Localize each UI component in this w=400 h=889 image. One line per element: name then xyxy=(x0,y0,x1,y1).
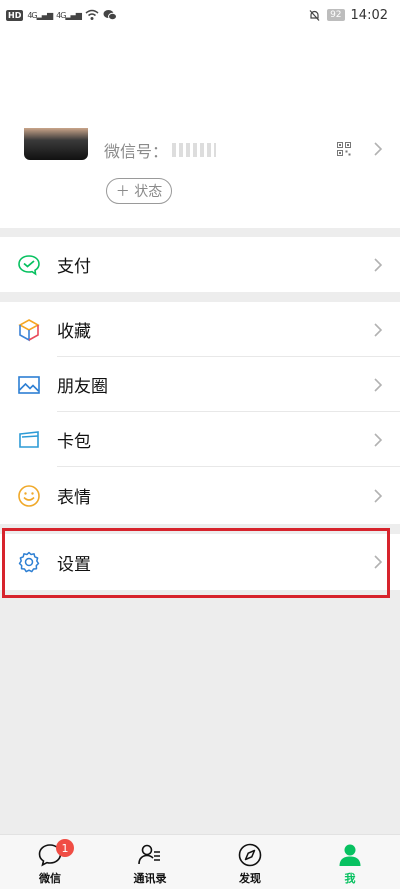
wechat-id-row: 微信号： xyxy=(104,138,217,162)
menu-label-moments: 朋友圈 xyxy=(57,377,108,397)
menu-item-moments[interactable]: 朋友圈 xyxy=(0,357,400,412)
wechat-notify-icon xyxy=(103,10,117,21)
mute-bell-icon xyxy=(309,9,320,21)
unread-badge: 1 xyxy=(56,839,74,857)
status-bar: HD 4G▂▄▆ 4G▂▄▆ 92 14:02 xyxy=(0,0,400,30)
add-status-button[interactable]: ＋ 状态 xyxy=(106,178,172,204)
status-bar-left: HD 4G▂▄▆ 4G▂▄▆ xyxy=(6,9,117,21)
tab-discover[interactable]: 发现 xyxy=(200,835,300,889)
chevron-right-icon xyxy=(374,488,383,503)
pay-icon xyxy=(17,253,41,277)
profile-card[interactable]: 微信号： ＋ 状态 xyxy=(0,30,400,228)
hd-indicator: HD xyxy=(6,9,24,21)
chevron-right-icon xyxy=(374,555,383,569)
card-wallet-icon xyxy=(17,428,41,452)
me-person-icon xyxy=(339,844,361,866)
gear-icon xyxy=(17,550,41,574)
chevron-right-icon xyxy=(374,377,383,392)
menu-item-stickers[interactable]: 表情 xyxy=(0,467,400,524)
chevron-right-icon xyxy=(374,257,383,272)
chevron-right-icon xyxy=(374,142,383,156)
menu-label-stickers: 表情 xyxy=(57,488,91,508)
menu-item-settings[interactable]: 设置 xyxy=(0,534,400,590)
moments-image-icon xyxy=(17,373,41,397)
smiley-face-icon xyxy=(17,484,41,508)
qr-code-icon[interactable] xyxy=(337,142,351,156)
compass-icon xyxy=(238,843,262,867)
tab-label-discover: 发现 xyxy=(239,872,261,885)
chevron-right-icon xyxy=(374,432,383,447)
tab-contacts[interactable]: 通讯录 xyxy=(100,835,200,889)
menu-item-favorites[interactable]: 收藏 xyxy=(0,302,400,357)
wechat-id-label: 微信号： xyxy=(104,142,169,161)
network-type-label-2: 4G xyxy=(56,10,66,20)
signal-icon: 4G▂▄▆ xyxy=(27,10,53,20)
contacts-person-icon xyxy=(138,844,160,865)
bottom-tab-bar: 1 微信 通讯录 发现 我 xyxy=(0,834,400,889)
wifi-icon xyxy=(85,9,99,20)
avatar[interactable] xyxy=(24,128,88,160)
wechat-id-redacted xyxy=(172,143,217,157)
status-time: 14:02 xyxy=(350,7,388,23)
chevron-right-icon xyxy=(374,322,383,337)
menu-item-cards[interactable]: 卡包 xyxy=(0,412,400,467)
menu-label-settings: 设置 xyxy=(57,554,91,575)
tab-label-me: 我 xyxy=(344,872,356,885)
tab-chats[interactable]: 1 微信 xyxy=(0,835,100,889)
menu-label-pay: 支付 xyxy=(57,257,91,277)
battery-indicator: 92 xyxy=(327,9,345,21)
network-type-label: 4G xyxy=(27,10,37,20)
menu-item-pay[interactable]: 支付 xyxy=(0,237,400,292)
signal-icon-2: 4G▂▄▆ xyxy=(56,10,82,20)
tab-label-chats: 微信 xyxy=(39,872,61,885)
status-bar-right: 92 14:02 xyxy=(308,8,388,23)
favorites-cube-icon xyxy=(17,318,41,342)
menu-label-cards: 卡包 xyxy=(57,432,91,452)
menu-label-favorites: 收藏 xyxy=(57,322,91,342)
tab-label-contacts: 通讯录 xyxy=(133,872,167,885)
tab-me[interactable]: 我 xyxy=(300,835,400,889)
